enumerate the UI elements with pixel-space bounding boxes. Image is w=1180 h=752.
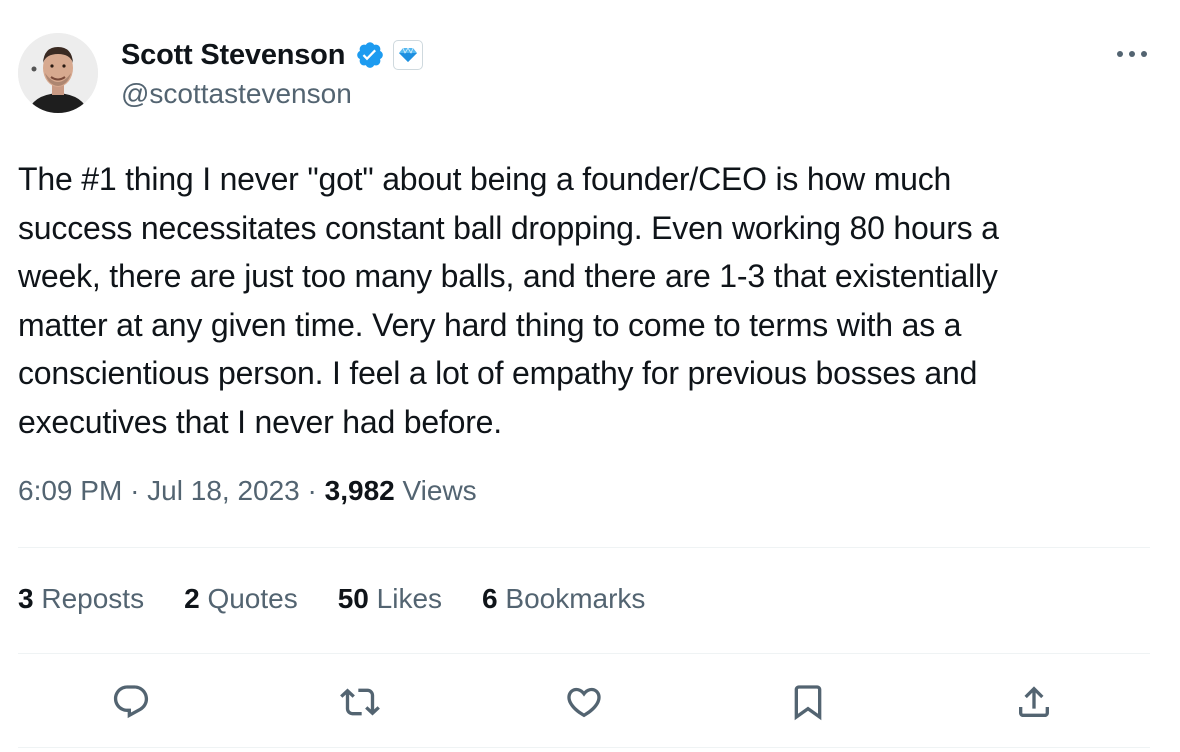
avatar[interactable]	[18, 33, 98, 113]
tweet-text-line: success necessitates constant ball dropp…	[18, 209, 999, 246]
author-display-name[interactable]: Scott Stevenson	[121, 39, 345, 72]
quotes-stat[interactable]: 2 Quotes	[184, 583, 298, 615]
bookmarks-stat[interactable]: 6 Bookmarks	[482, 583, 645, 615]
tweet-text-line: The #1 thing I never "got" about being a…	[18, 161, 952, 197]
meta-separator: ·	[130, 475, 148, 506]
action-bar	[0, 680, 1180, 728]
quotes-label: Quotes	[207, 583, 298, 614]
bookmarks-count: 6	[482, 583, 498, 614]
tweet-text-line: conscientious person. I feel a lot of em…	[18, 355, 978, 391]
views-count: 3,982	[324, 475, 395, 506]
avatar-image	[18, 33, 98, 113]
bookmarks-label: Bookmarks	[505, 583, 646, 614]
engagement-stats: 3 Reposts 2 Quotes 50 Likes 6 Bookmarks	[18, 583, 685, 615]
tweet-text-line: executives that I never had before.	[18, 403, 502, 440]
meta-separator: ·	[307, 475, 325, 506]
likes-stat[interactable]: 50 Likes	[338, 583, 442, 615]
tweet-date[interactable]: Jul 18, 2023	[147, 475, 300, 506]
bookmark-icon[interactable]	[786, 680, 830, 724]
divider	[18, 547, 1150, 548]
author-handle[interactable]: @scottastevenson	[121, 78, 352, 110]
reposts-count: 3	[18, 583, 34, 614]
reposts-label: Reposts	[41, 583, 145, 614]
likes-label: Likes	[376, 583, 443, 614]
author-name-row: Scott Stevenson	[121, 37, 424, 73]
tweet-time[interactable]: 6:09 PM	[18, 475, 122, 506]
like-icon[interactable]	[562, 680, 606, 724]
divider	[18, 653, 1150, 654]
likes-count: 50	[337, 583, 369, 614]
quotes-count: 2	[184, 583, 200, 614]
more-icon[interactable]	[1112, 40, 1152, 68]
reposts-stat[interactable]: 3 Reposts	[18, 583, 144, 615]
tweet-text-line: matter at any given time. Very hard thin…	[18, 306, 962, 343]
affiliate-badge-icon[interactable]	[393, 40, 424, 70]
repost-icon[interactable]	[338, 680, 382, 724]
tweet-text-line: week, there are just too many balls, and…	[18, 258, 998, 294]
share-icon[interactable]	[1012, 680, 1056, 724]
tweet-meta: 6:09 PM · Jul 18, 2023 · 3,982 Views	[18, 475, 477, 507]
tweet-text: The #1 thing I never "got" about being a…	[18, 155, 1138, 446]
views-label: Views	[402, 475, 477, 506]
verified-badge-icon[interactable]	[355, 40, 385, 70]
divider	[18, 747, 1150, 748]
reply-icon[interactable]	[109, 680, 153, 724]
